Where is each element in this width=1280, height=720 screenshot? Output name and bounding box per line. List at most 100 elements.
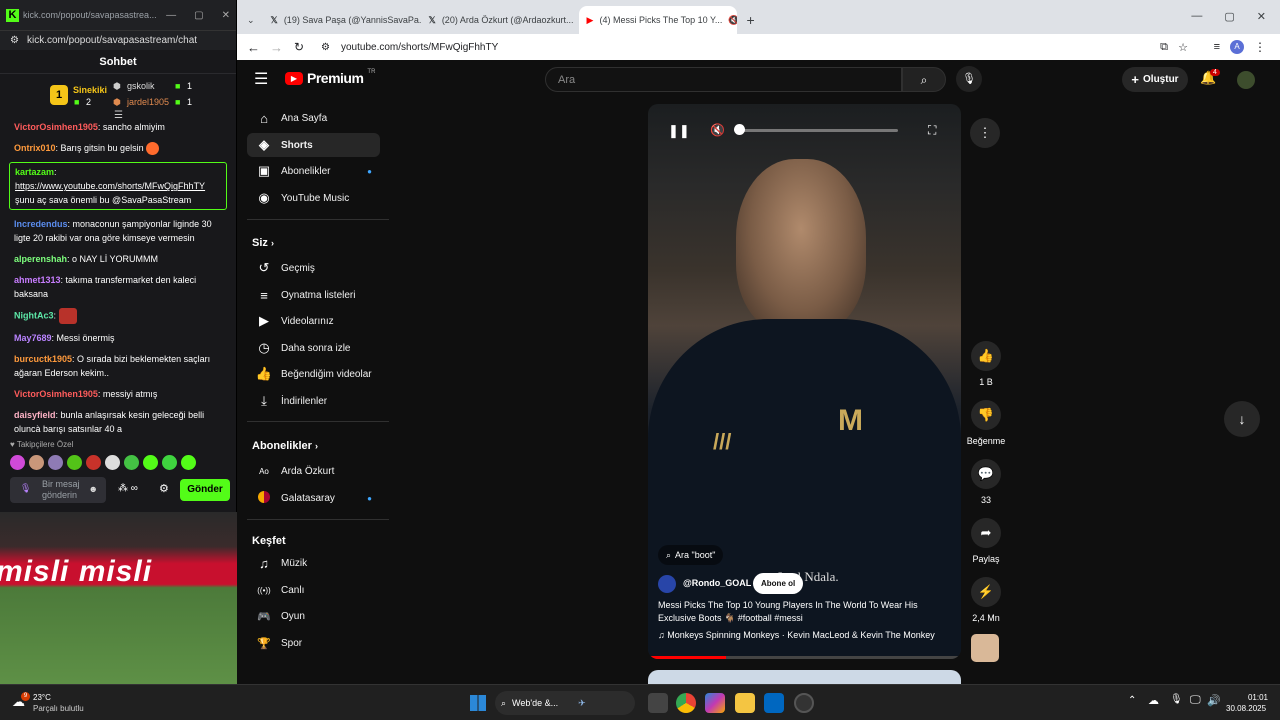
pause-icon[interactable]: ❚❚: [668, 123, 690, 139]
next-short-preview[interactable]: [648, 670, 961, 684]
microphone-icon[interactable]: 🎙: [20, 483, 31, 494]
search-input[interactable]: Ara: [545, 67, 902, 92]
more-menu-icon[interactable]: ⋮: [1254, 40, 1266, 54]
minimize-icon[interactable]: —: [1191, 10, 1202, 23]
sidebar-item-your-videos[interactable]: ▶ Videolarınız: [247, 309, 372, 333]
send-button[interactable]: Gönder: [180, 479, 230, 501]
site-info-icon[interactable]: ⚙: [321, 42, 330, 53]
chat-username[interactable]: Ontrix010: [14, 143, 56, 153]
minimize-icon[interactable]: —: [166, 10, 176, 21]
new-tab-icon[interactable]: +: [737, 12, 765, 34]
sidebar-item-subscriptions[interactable]: ▣ Abonelikler ●: [247, 159, 372, 183]
emote-icon[interactable]: [181, 455, 196, 470]
second-place-name[interactable]: gskolik: [127, 81, 155, 91]
sidebar-channel-arda-ozkurt[interactable]: Ao Arda Özkurt: [247, 459, 372, 483]
collapse-leaderboard-icon[interactable]: ☰: [114, 110, 123, 121]
comment-icon[interactable]: 💬: [971, 459, 1001, 489]
chat-username[interactable]: burcuctk1905: [14, 354, 72, 364]
settings-icon[interactable]: ⚙: [159, 482, 169, 495]
microsoft-store-icon[interactable]: [764, 693, 784, 713]
close-icon[interactable]: ✕: [222, 10, 230, 21]
remix-action[interactable]: ⚡ 2,4 Mn: [966, 577, 1006, 623]
volume-slider[interactable]: [736, 129, 898, 132]
share-icon[interactable]: ➦: [971, 518, 1001, 548]
tab-muted-icon[interactable]: 🔇: [728, 15, 736, 26]
bookmark-star-icon[interactable]: ☆: [1178, 41, 1188, 54]
volume-slider-handle[interactable]: [734, 124, 745, 135]
app-icon[interactable]: [794, 693, 814, 713]
dislike-action[interactable]: 👎 Beğenme: [963, 400, 1009, 446]
sidebar-section-subscriptions[interactable]: Abonelikler ›: [252, 440, 318, 452]
chat-username[interactable]: kartazam: [15, 167, 54, 177]
chat-username[interactable]: daisyfield: [14, 410, 56, 420]
chat-username[interactable]: alperenshah: [14, 254, 67, 264]
media-control-icon[interactable]: ≡: [1214, 41, 1220, 53]
sidebar-item-history[interactable]: ↺ Geçmiş: [247, 256, 372, 280]
thumbs-down-icon[interactable]: 👎: [971, 400, 1001, 430]
mute-icon[interactable]: 🔇: [710, 123, 725, 137]
sidebar-channel-galatasaray[interactable]: Galatasaray ●: [247, 486, 372, 510]
sidebar-item-downloads[interactable]: ⤓ İndirilenler: [247, 389, 372, 413]
tab-search-icon[interactable]: ⌄: [241, 15, 263, 34]
third-place-name[interactable]: jardel1905: [127, 97, 169, 107]
tab-twitter-arda[interactable]: 𝕏 (20) Arda Özkurt (@Ardaozkurt... ✕: [421, 6, 579, 34]
chat-username[interactable]: VictorOsimhen1905: [14, 389, 98, 399]
close-icon[interactable]: ✕: [1257, 10, 1266, 23]
emote-icon[interactable]: [86, 455, 101, 470]
sidebar-section-you[interactable]: Siz ›: [252, 237, 274, 249]
chat-username[interactable]: ahmet1313: [14, 275, 61, 285]
comments-action[interactable]: 💬 33: [966, 459, 1006, 505]
sidebar-item-music[interactable]: ♫ Müzik: [247, 551, 372, 575]
remix-icon[interactable]: ⚡: [971, 577, 1001, 607]
copilot-icon[interactable]: [705, 693, 725, 713]
thumbs-up-icon[interactable]: 👍: [971, 341, 1001, 371]
sidebar-item-youtube-music[interactable]: ◉ YouTube Music: [247, 186, 372, 210]
sidebar-item-home[interactable]: ⌂ Ana Sayfa: [247, 106, 372, 130]
search-suggestion-chip[interactable]: ⌕ Ara "boot": [658, 545, 724, 565]
sidebar-item-shorts[interactable]: ◈ Shorts: [247, 133, 380, 157]
emote-icon[interactable]: [48, 455, 63, 470]
stream-video-preview[interactable]: misli misli: [0, 512, 237, 684]
onedrive-icon[interactable]: ☁: [1148, 694, 1159, 707]
chat-link[interactable]: https://www.youtube.com/shorts/MFwQigFhh…: [15, 181, 205, 191]
reload-icon[interactable]: ↻: [294, 40, 304, 54]
install-icon[interactable]: ⧉: [1160, 41, 1168, 54]
maximize-icon[interactable]: ▢: [1224, 10, 1234, 23]
emote-icon[interactable]: [124, 455, 139, 470]
clock-time[interactable]: 01:01: [1240, 693, 1268, 702]
sidebar-item-liked-videos[interactable]: 👍 Beğendiğim videolar: [247, 362, 372, 386]
emote-icon[interactable]: [162, 455, 177, 470]
network-icon[interactable]: 🖵: [1190, 694, 1201, 707]
next-short-button[interactable]: ↓: [1224, 401, 1260, 437]
maximize-icon[interactable]: ▢: [194, 10, 203, 21]
youtube-logo[interactable]: ▶ Premium TR: [285, 69, 375, 86]
file-explorer-icon[interactable]: [735, 693, 755, 713]
fullscreen-icon[interactable]: ⛶: [928, 123, 936, 138]
taskbar-search-box[interactable]: ⌕ Web'de &... ✈: [495, 691, 635, 715]
like-action[interactable]: 👍 1 B: [966, 341, 1006, 387]
account-avatar[interactable]: [1237, 71, 1255, 89]
tray-overflow-icon[interactable]: ⌃: [1128, 695, 1136, 706]
address-bar[interactable]: youtube.com/shorts/MFwQigFhhTY: [341, 42, 498, 53]
task-view-icon[interactable]: [648, 693, 668, 713]
audio-track-thumbnail[interactable]: [971, 634, 999, 662]
tab-twitter-sava[interactable]: 𝕏 (19) Sava Paşa (@YannisSavaPa... ✕: [263, 6, 421, 34]
sidebar-item-watch-later[interactable]: ◷ Daha sonra izle: [247, 336, 372, 360]
search-button[interactable]: ⌕: [902, 67, 946, 92]
windows-start-icon[interactable]: [470, 695, 486, 711]
short-music-credit[interactable]: ♫ Monkeys Spinning Monkeys · Kevin MacLe…: [658, 630, 958, 640]
chat-username[interactable]: Incredendus: [14, 219, 68, 229]
weather-desc[interactable]: Parçalı bulutlu: [33, 704, 84, 713]
shortcuts-icon[interactable]: ⁂ ∞: [118, 483, 138, 494]
shorts-video-player[interactable]: /// M ❚❚ 🔇 ⛶ ⌕ Ara "boot" Leal Ndala. @R…: [648, 104, 961, 659]
forward-icon[interactable]: →: [270, 40, 283, 55]
sidebar-item-gaming[interactable]: 🎮 Oyun: [247, 604, 372, 628]
subscribe-button[interactable]: Abone ol: [753, 573, 804, 594]
more-options-icon[interactable]: ⋮: [970, 118, 1000, 148]
emote-icon[interactable]: [67, 455, 82, 470]
chrome-icon[interactable]: [676, 693, 696, 713]
back-icon[interactable]: ←: [247, 40, 260, 55]
channel-avatar[interactable]: [658, 575, 676, 593]
short-title[interactable]: Messi Picks The Top 10 Young Players In …: [658, 599, 943, 625]
emote-icon[interactable]: [105, 455, 120, 470]
